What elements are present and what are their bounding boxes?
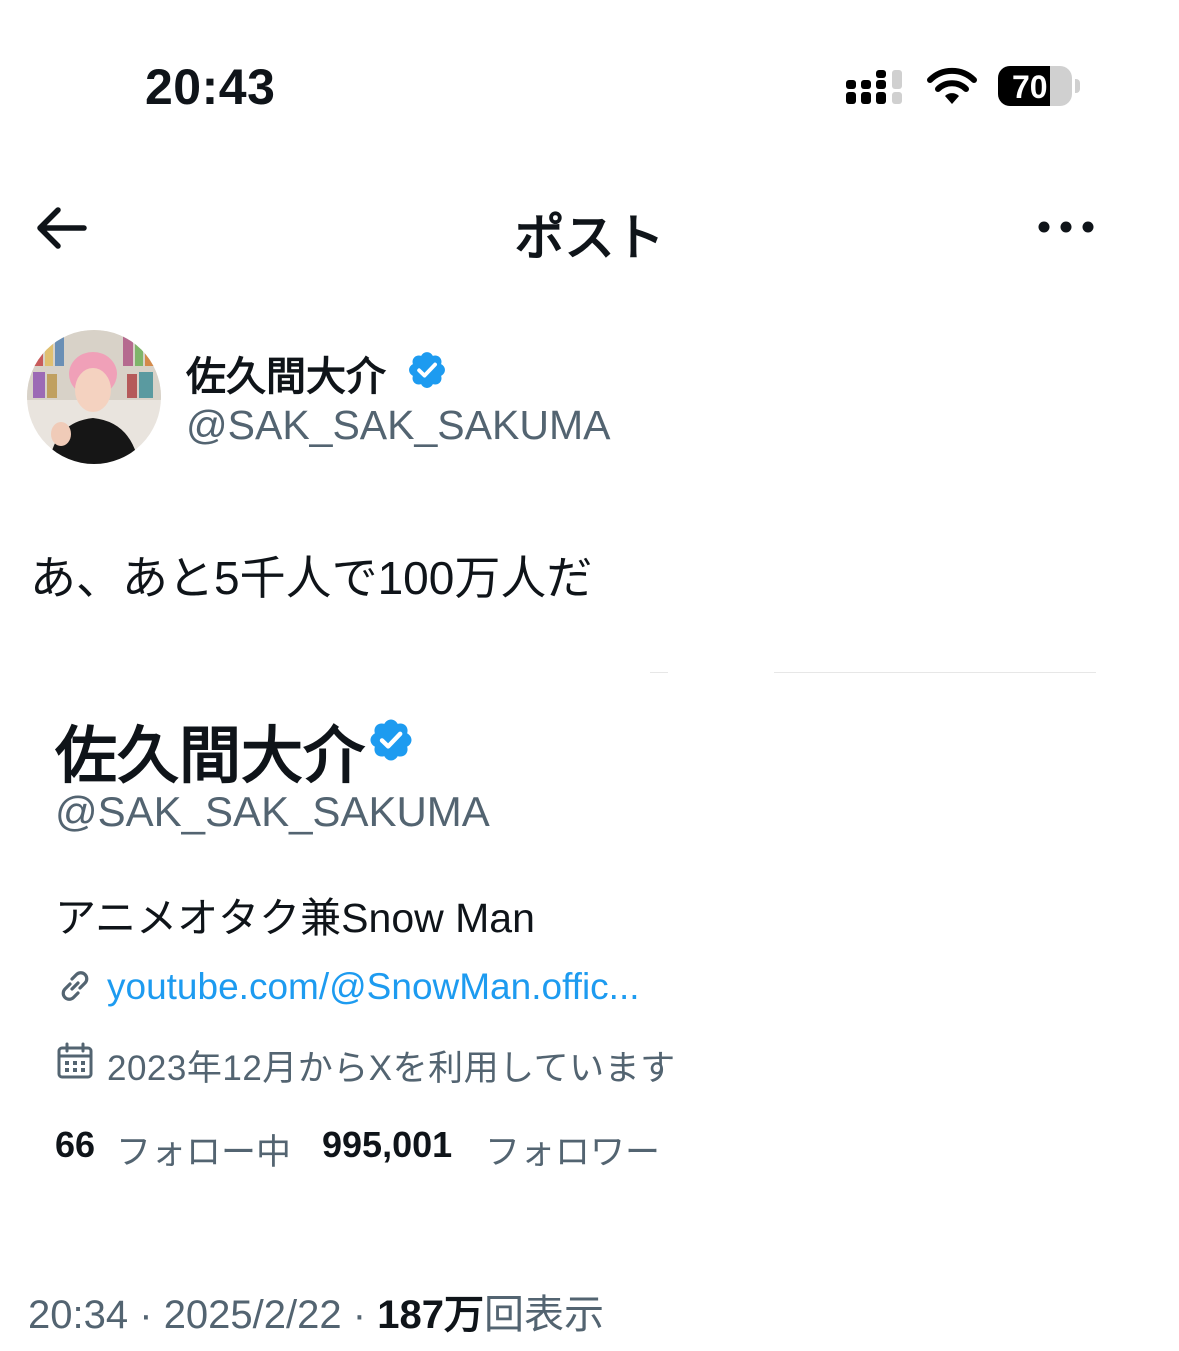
page-title: ポスト [514, 210, 665, 266]
more-options-button[interactable] [1032, 210, 1100, 244]
wifi-icon [927, 67, 977, 104]
more-horizontal-icon [1038, 221, 1094, 233]
avatar-image [27, 330, 161, 464]
views-label[interactable]: 回表示 [484, 1293, 604, 1337]
battery-level: 70 [1012, 69, 1048, 105]
post-date: 2025/2/22 [163, 1293, 342, 1337]
meta-separator: · [139, 1293, 153, 1337]
battery-indicator: 70 [998, 66, 1082, 110]
author-handle[interactable]: @SAK_SAK_SAKUMA [186, 402, 610, 449]
views-count[interactable]: 187万 [377, 1293, 484, 1337]
followers-count[interactable]: 995,001 [322, 1124, 452, 1166]
card-divider [650, 672, 668, 673]
followers-label[interactable]: フォロワー [485, 1124, 660, 1175]
verified-badge-icon [370, 719, 412, 761]
following-count[interactable]: 66 [55, 1124, 95, 1166]
tweet-text: あ、あと5千人で100万人だ [30, 552, 593, 604]
author-name[interactable]: 佐久間大介 [186, 344, 386, 402]
card-profile-link[interactable]: youtube.com/@SnowMan.offic... [107, 966, 640, 1008]
calendar-icon [57, 1042, 93, 1079]
card-profile-name: 佐久間大介 [55, 722, 366, 791]
status-time: 20:43 [145, 59, 276, 115]
card-joined-date: 2023年12月からXを利用しています [107, 1049, 676, 1088]
cellular-signal-icon [846, 70, 902, 104]
verified-badge-icon [409, 352, 445, 388]
post-time: 20:34 [28, 1293, 129, 1337]
link-icon [61, 971, 89, 1001]
card-profile-handle: @SAK_SAK_SAKUMA [55, 788, 490, 835]
meta-separator: · [352, 1293, 367, 1337]
card-divider [774, 672, 1096, 673]
avatar[interactable] [27, 330, 161, 464]
post-meta: 20:34 · 2025/2/22 · 187万回表示 [28, 1282, 604, 1340]
card-profile-bio: アニメオタク兼Snow Man [55, 895, 535, 941]
following-label[interactable]: フォロー中 [116, 1124, 291, 1175]
